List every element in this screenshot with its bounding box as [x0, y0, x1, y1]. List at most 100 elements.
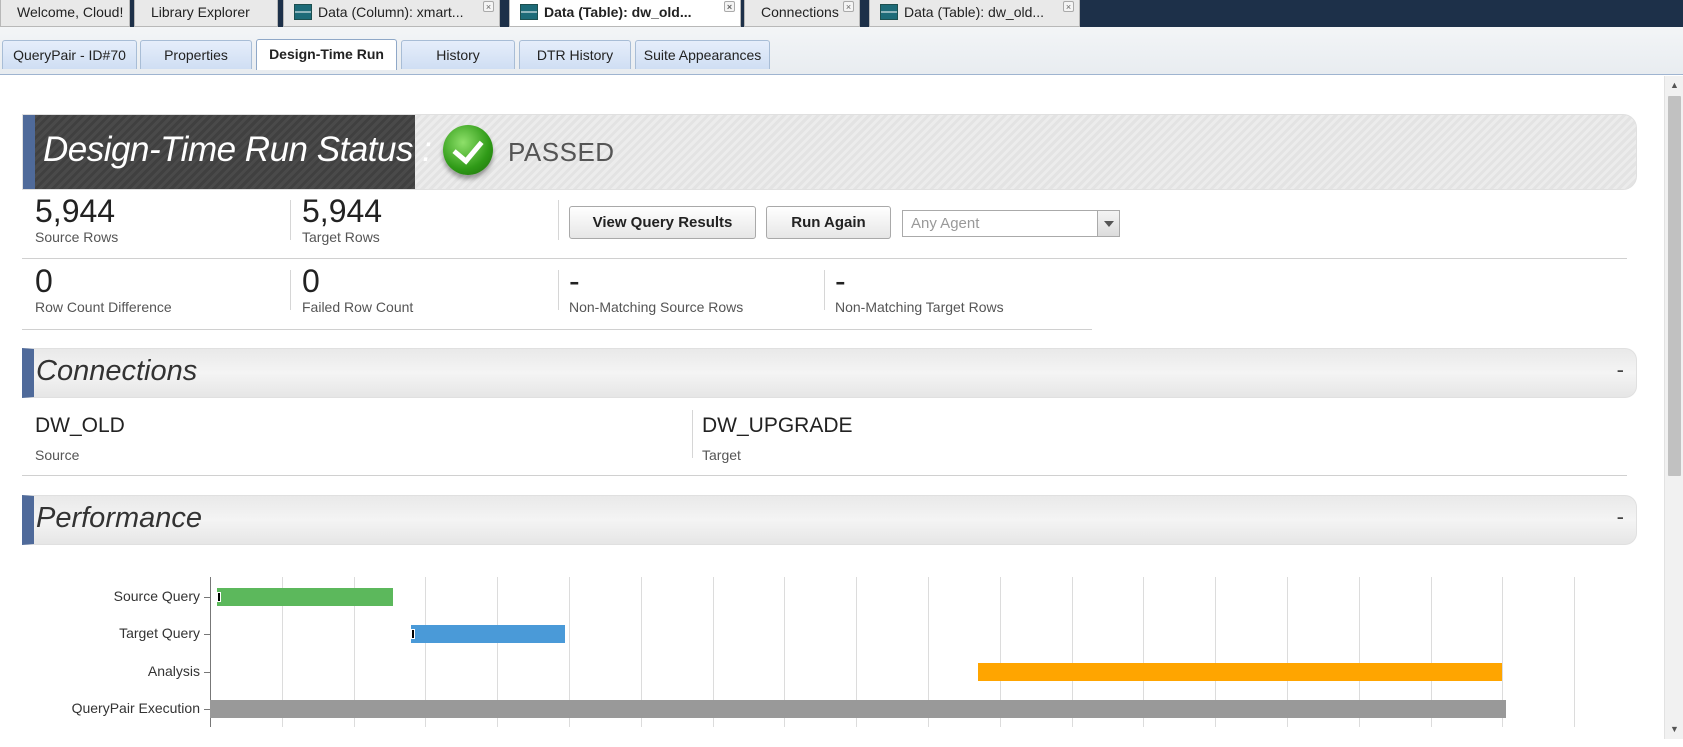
- table-icon: [880, 4, 898, 20]
- check-icon: [443, 125, 493, 175]
- tab-querypair[interactable]: QueryPair - ID#70: [2, 40, 137, 69]
- stat-value: -: [835, 263, 846, 299]
- table-icon: [520, 4, 538, 20]
- performance-section-header[interactable]: Performance -: [22, 495, 1637, 545]
- tab-label: Library Explorer: [151, 4, 250, 20]
- category-label: Target Query: [119, 625, 200, 641]
- tab-dtr-history[interactable]: DTR History: [519, 40, 631, 69]
- timeline-bar[interactable]: [411, 625, 566, 643]
- status-value: PASSED: [508, 137, 615, 167]
- button-label: Run Again: [791, 214, 866, 231]
- view-query-results-button[interactable]: View Query Results: [569, 206, 756, 239]
- agent-select-value: Any Agent: [911, 215, 980, 232]
- tab-label: Data (Table): dw_old...: [544, 4, 692, 20]
- stat-label: Non-Matching Source Rows: [569, 299, 744, 315]
- tab-library-explorer[interactable]: Library Explorer: [134, 0, 278, 27]
- collapse-button[interactable]: -: [1617, 504, 1624, 530]
- stat-label: Target Rows: [302, 229, 380, 245]
- scroll-down-icon[interactable]: ▼: [1669, 724, 1680, 735]
- chevron-down-icon[interactable]: [1097, 211, 1119, 236]
- stat-label: Non-Matching Target Rows: [835, 299, 1004, 315]
- tab-data-column[interactable]: Data (Column): xmart... ×: [283, 0, 500, 27]
- stat-value: 5,944: [35, 193, 116, 229]
- tab-label: Properties: [164, 47, 228, 63]
- row-count-difference-stat: 0 Row Count Difference: [35, 264, 172, 315]
- tab-label: History: [436, 47, 480, 63]
- divider: [558, 270, 559, 310]
- axis-tick: [204, 597, 210, 598]
- connections-section-header[interactable]: Connections -: [22, 348, 1637, 398]
- stat-value: 0: [302, 263, 320, 299]
- editor-tab-strip: Welcome, Cloud! Library Explorer Data (C…: [0, 0, 1683, 27]
- category-label: QueryPair Execution: [71, 700, 200, 716]
- status-title: Design-Time Run Status :: [43, 130, 432, 169]
- target-rows-stat: 5,944 Target Rows: [302, 194, 382, 245]
- performance-chart: Source Query Target Query Analysis QueryPai…: [0, 567, 1664, 747]
- stat-value: 0: [35, 263, 53, 299]
- close-icon[interactable]: ×: [483, 1, 494, 12]
- source-rows-stat: 5,944 Source Rows: [35, 194, 118, 245]
- non-matching-source-stat: - Non-Matching Source Rows: [569, 264, 743, 315]
- divider: [692, 410, 693, 458]
- stat-label: Source Rows: [35, 229, 119, 245]
- tab-history[interactable]: History: [401, 40, 515, 69]
- close-icon[interactable]: ×: [1063, 1, 1074, 12]
- tab-label: Welcome, Cloud!: [17, 4, 124, 20]
- status-banner: Design-Time Run Status : PASSED: [22, 114, 1637, 190]
- close-icon[interactable]: ×: [724, 1, 735, 12]
- tab-label: QueryPair - ID#70: [13, 47, 126, 63]
- scroll-up-icon[interactable]: ▲: [1669, 80, 1680, 91]
- divider: [558, 200, 559, 240]
- timeline-bar[interactable]: [217, 588, 394, 606]
- agent-select[interactable]: Any Agent: [902, 210, 1120, 237]
- target-connection-name: DW_UPGRADE: [702, 414, 853, 437]
- timeline-bar[interactable]: [210, 700, 1506, 718]
- axis-tick: [204, 634, 210, 635]
- bar-start-marker: [411, 629, 416, 639]
- tab-label: Data (Table): dw_old...: [904, 4, 1045, 20]
- tab-label: Data (Column): xmart...: [318, 4, 464, 20]
- stat-label: Failed Row Count: [302, 299, 414, 315]
- section-title: Performance: [36, 502, 203, 534]
- tab-design-time-run[interactable]: Design-Time Run: [256, 39, 397, 70]
- tab-welcome[interactable]: Welcome, Cloud!: [0, 0, 130, 27]
- divider: [22, 475, 1627, 476]
- tab-label: Connections: [761, 4, 839, 20]
- querypair-tab-bar: QueryPair - ID#70 Properties Design-Time…: [0, 27, 1683, 75]
- table-icon: [294, 4, 312, 20]
- bar-start-marker: [217, 592, 222, 602]
- stat-label: Row Count Difference: [35, 299, 172, 315]
- divider: [22, 329, 1092, 330]
- tab-suite-appearances[interactable]: Suite Appearances: [635, 40, 770, 69]
- tab-label: DTR History: [536, 47, 614, 63]
- vertical-scrollbar[interactable]: ▲ ▼: [1664, 76, 1683, 739]
- stat-value: 5,944: [302, 193, 383, 229]
- tab-properties[interactable]: Properties: [140, 40, 252, 69]
- grid-line: [1574, 577, 1576, 727]
- timeline-bar[interactable]: [978, 663, 1503, 681]
- button-label: View Query Results: [592, 214, 733, 231]
- source-connection-role: Source: [35, 447, 80, 463]
- close-icon[interactable]: ×: [843, 1, 854, 12]
- tab-label: Suite Appearances: [643, 47, 762, 63]
- target-connection-role: Target: [702, 447, 741, 463]
- tab-data-table-2[interactable]: Data (Table): dw_old... ×: [869, 0, 1080, 27]
- tab-connections[interactable]: Connections ×: [744, 0, 860, 27]
- collapse-button[interactable]: -: [1617, 357, 1624, 383]
- scrollbar-thumb[interactable]: [1668, 96, 1681, 476]
- stat-value: -: [569, 263, 580, 299]
- run-again-button[interactable]: Run Again: [766, 206, 891, 239]
- status-title-box: Design-Time Run Status :: [23, 115, 432, 189]
- source-connection-name: DW_OLD: [35, 414, 125, 437]
- divider: [22, 258, 1627, 259]
- non-matching-target-stat: - Non-Matching Target Rows: [835, 264, 1004, 315]
- divider: [290, 270, 291, 310]
- divider: [290, 200, 291, 240]
- tab-data-table-active[interactable]: Data (Table): dw_old... ×: [509, 0, 741, 27]
- axis-tick: [204, 672, 210, 673]
- failed-row-count-stat: 0 Failed Row Count: [302, 264, 413, 315]
- divider: [824, 270, 825, 310]
- section-title: Connections: [36, 355, 198, 387]
- tab-label: Design-Time Run: [269, 46, 384, 62]
- category-label: Analysis: [147, 663, 200, 679]
